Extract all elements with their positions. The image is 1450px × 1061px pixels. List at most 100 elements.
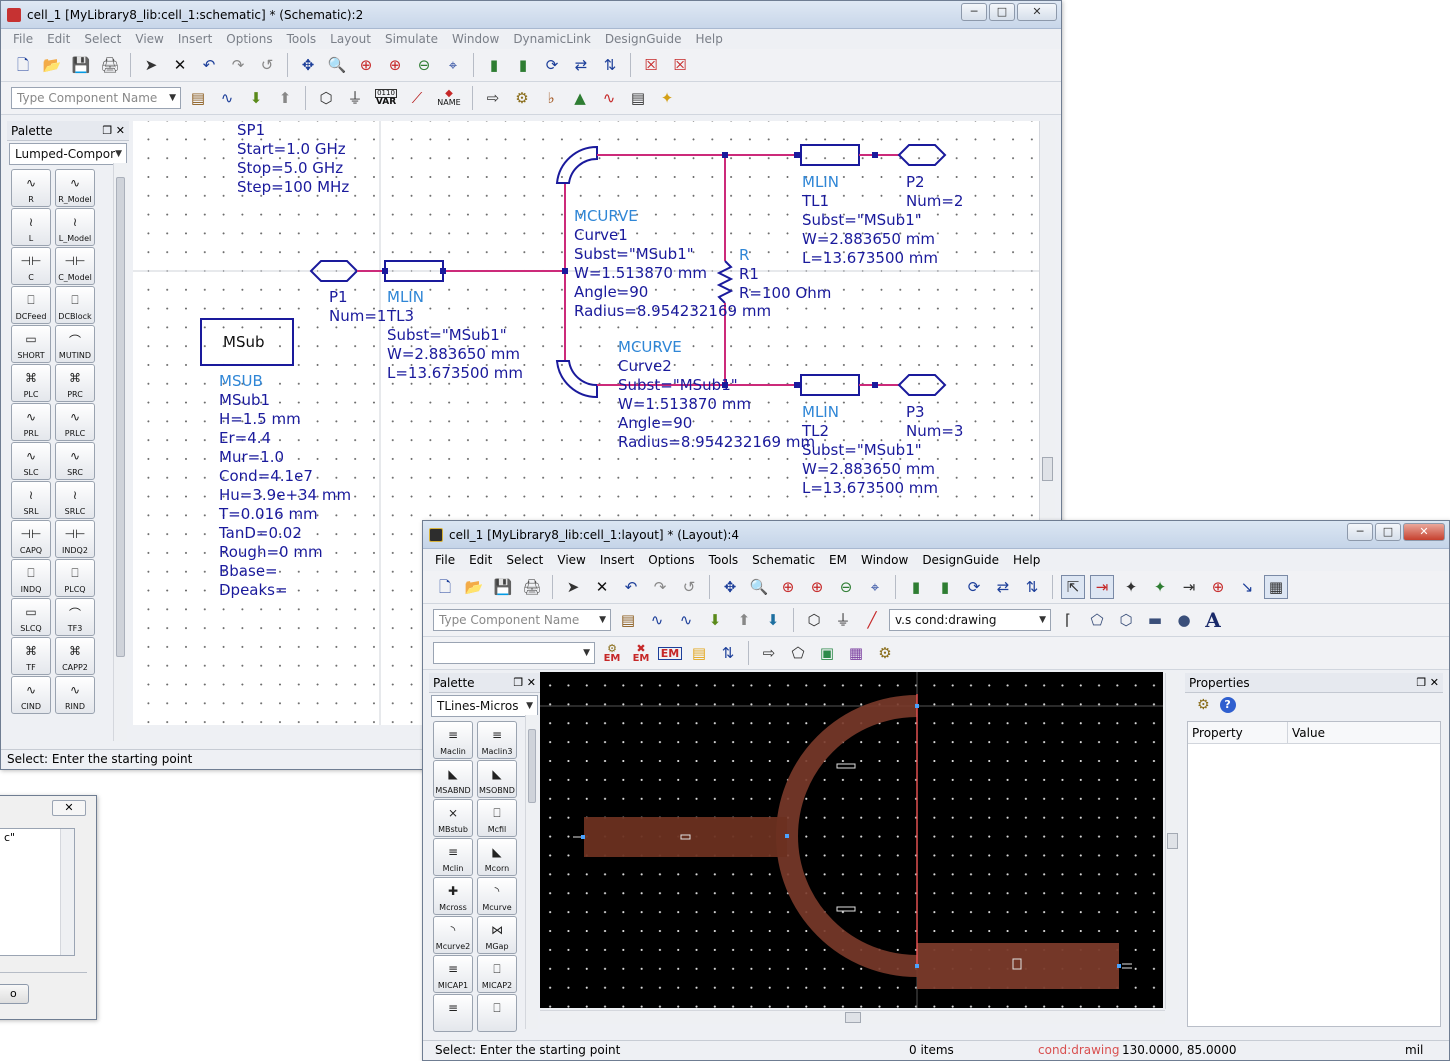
command-history-icon[interactable]: ↺ [255,53,279,77]
undo-icon[interactable]: ↶ [619,575,643,599]
print-icon[interactable]: 🖨 [520,575,544,599]
menu-insert[interactable]: Insert [178,32,212,46]
delete-icon[interactable]: ✕ [168,53,192,77]
save-icon[interactable]: 💾 [69,53,93,77]
menu-tools[interactable]: Tools [709,553,739,567]
new-file-icon[interactable]: 🗋 [433,575,457,599]
close-button[interactable]: ✕ [1017,3,1057,21]
palette-item[interactable]: ≡ Mclin [433,838,473,876]
name-icon[interactable]: ◆ NAME [434,86,464,110]
menu-select[interactable]: Select [506,553,543,567]
column-value[interactable]: Value [1288,722,1325,743]
align-left-icon[interactable]: ▮ [482,53,506,77]
push-up-icon[interactable]: ⬆ [732,608,756,632]
magic-wand-icon[interactable]: ✦ [655,86,679,110]
palette-item[interactable]: ≡ Maclin [433,721,473,759]
align-center-icon[interactable]: ▮ [511,53,535,77]
palette-item[interactable]: ◝ Mcurve2 [433,916,473,954]
palette-item[interactable]: ⎕ DCFeed [11,286,51,324]
open-folder-icon[interactable]: 📂 [462,575,486,599]
component-history-icon[interactable]: ∿ [645,608,669,632]
menu-view[interactable]: View [135,32,163,46]
palette-item[interactable]: ◣ Mcorn [477,838,517,876]
menu-designguide[interactable]: DesignGuide [605,32,682,46]
palette-item[interactable]: ≀ L [11,208,51,246]
palette-item[interactable]: ⌘ PLC [11,364,51,402]
palette-item[interactable]: ⊣⊢ C [11,247,51,285]
dialog-text-scrollbar[interactable] [60,829,74,955]
palette-item[interactable]: ⎕ MICAP2 [477,955,517,993]
dialog-textbox[interactable]: c" [0,828,75,956]
insert-component-icon[interactable]: ⬇ [244,86,268,110]
palette-category-select[interactable]: TLines-Micros ▼ [431,695,538,717]
align-left-icon[interactable]: ▮ [904,575,928,599]
rotate-icon[interactable]: ⟳ [962,575,986,599]
print-icon[interactable]: 🖨 [98,53,122,77]
palette-category-select[interactable]: Lumped-Compor ▼ [9,143,127,165]
move-icon[interactable]: ✥ [296,53,320,77]
palette-item[interactable]: ◝ Mcurve [477,877,517,915]
maximize-button[interactable]: □ [1375,523,1401,541]
palette-item[interactable]: ▭ SHORT [11,325,51,363]
palette-item[interactable]: ∿ PRL [11,403,51,441]
palette-item[interactable]: ≀ SRLC [55,481,95,519]
minimize-button[interactable]: ─ [961,3,987,21]
port-icon[interactable]: ⬡ [314,86,338,110]
zoom-area-icon[interactable]: 🔍 [747,575,771,599]
menu-select[interactable]: Select [84,32,121,46]
menu-options[interactable]: Options [226,32,272,46]
palette-item[interactable]: ⨯ MBstub [433,799,473,837]
palette-item[interactable]: ✚ Mcross [433,877,473,915]
palette-item[interactable]: ⎕ Mcfil [477,799,517,837]
activate-icon[interactable]: ☒ [668,53,692,77]
snap-intersection-icon[interactable]: ↘ [1235,575,1259,599]
float-icon[interactable]: ❐ [513,676,523,689]
menu-file[interactable]: File [435,553,455,567]
zoom-area-icon[interactable]: 🔍 [325,53,349,77]
close-button[interactable]: ✕ [1403,523,1445,541]
help-icon[interactable]: ? [1219,697,1236,713]
palette-scrollbar[interactable] [525,715,538,1029]
select-arrow-icon[interactable]: ➤ [139,53,163,77]
layout-titlebar[interactable]: cell_1 [MyLibrary8_lib:cell_1:layout] * … [423,521,1449,549]
menu-edit[interactable]: Edit [47,32,70,46]
zoom-in-icon[interactable]: ⊕ [354,53,378,77]
substrate-icon[interactable]: ▤ [687,641,711,665]
palette-item[interactable]: ∿ R_Model [55,169,95,207]
palette-item[interactable]: ∿ RIND [55,676,95,714]
move-icon[interactable]: ✥ [718,575,742,599]
insert-component-icon[interactable]: ⬇ [703,608,727,632]
palette-item[interactable]: ⊣⊢ INDQ2 [55,520,95,558]
component-history-icon[interactable]: ∿ [215,86,239,110]
port-editor-icon[interactable]: ⇅ [716,641,740,665]
scrollbar-thumb[interactable] [1042,457,1053,481]
scrollbar-thumb[interactable] [116,177,125,657]
em-clear-icon[interactable]: ✖ EM [629,641,653,665]
palette-item[interactable]: ⌒ TF3 [55,598,95,636]
delete-icon[interactable]: ✕ [590,575,614,599]
snap-grid-icon[interactable]: ▦ [1264,575,1288,599]
cosimulation-icon[interactable]: ⚙ [873,641,897,665]
em-setup-icon[interactable]: ⚙ EM [600,641,624,665]
palette-item[interactable]: ⎕ PLCQ [55,559,95,597]
palette-item[interactable]: ∿ SRC [55,442,95,480]
insert-path-icon[interactable]: ⌈ [1056,608,1080,632]
menu-tools[interactable]: Tools [287,32,317,46]
float-icon[interactable]: ❐ [102,124,112,137]
dialog-close-button[interactable]: ✕ [52,800,86,816]
menu-designguide[interactable]: DesignGuide [922,553,999,567]
menu-schematic[interactable]: Schematic [752,553,815,567]
zoom-to-point-icon[interactable]: ⌖ [441,53,465,77]
component-name-combo[interactable]: Type Component Name ▼ [11,87,181,109]
insert-text-icon[interactable]: A [1201,608,1225,632]
snap-pin-icon[interactable]: ⇥ [1090,575,1114,599]
palette-scrollbar[interactable] [113,163,127,741]
undo-icon[interactable]: ↶ [197,53,221,77]
menu-insert[interactable]: Insert [600,553,634,567]
ground-icon[interactable]: ⏚ [831,608,855,632]
component-library-icon[interactable]: ▤ [616,608,640,632]
menu-edit[interactable]: Edit [469,553,492,567]
minimize-button[interactable]: ─ [1347,523,1373,541]
schematic-titlebar[interactable]: cell_1 [MyLibrary8_lib:cell_1:schematic]… [1,1,1061,29]
layer-colors-icon[interactable]: ▦ [844,641,868,665]
